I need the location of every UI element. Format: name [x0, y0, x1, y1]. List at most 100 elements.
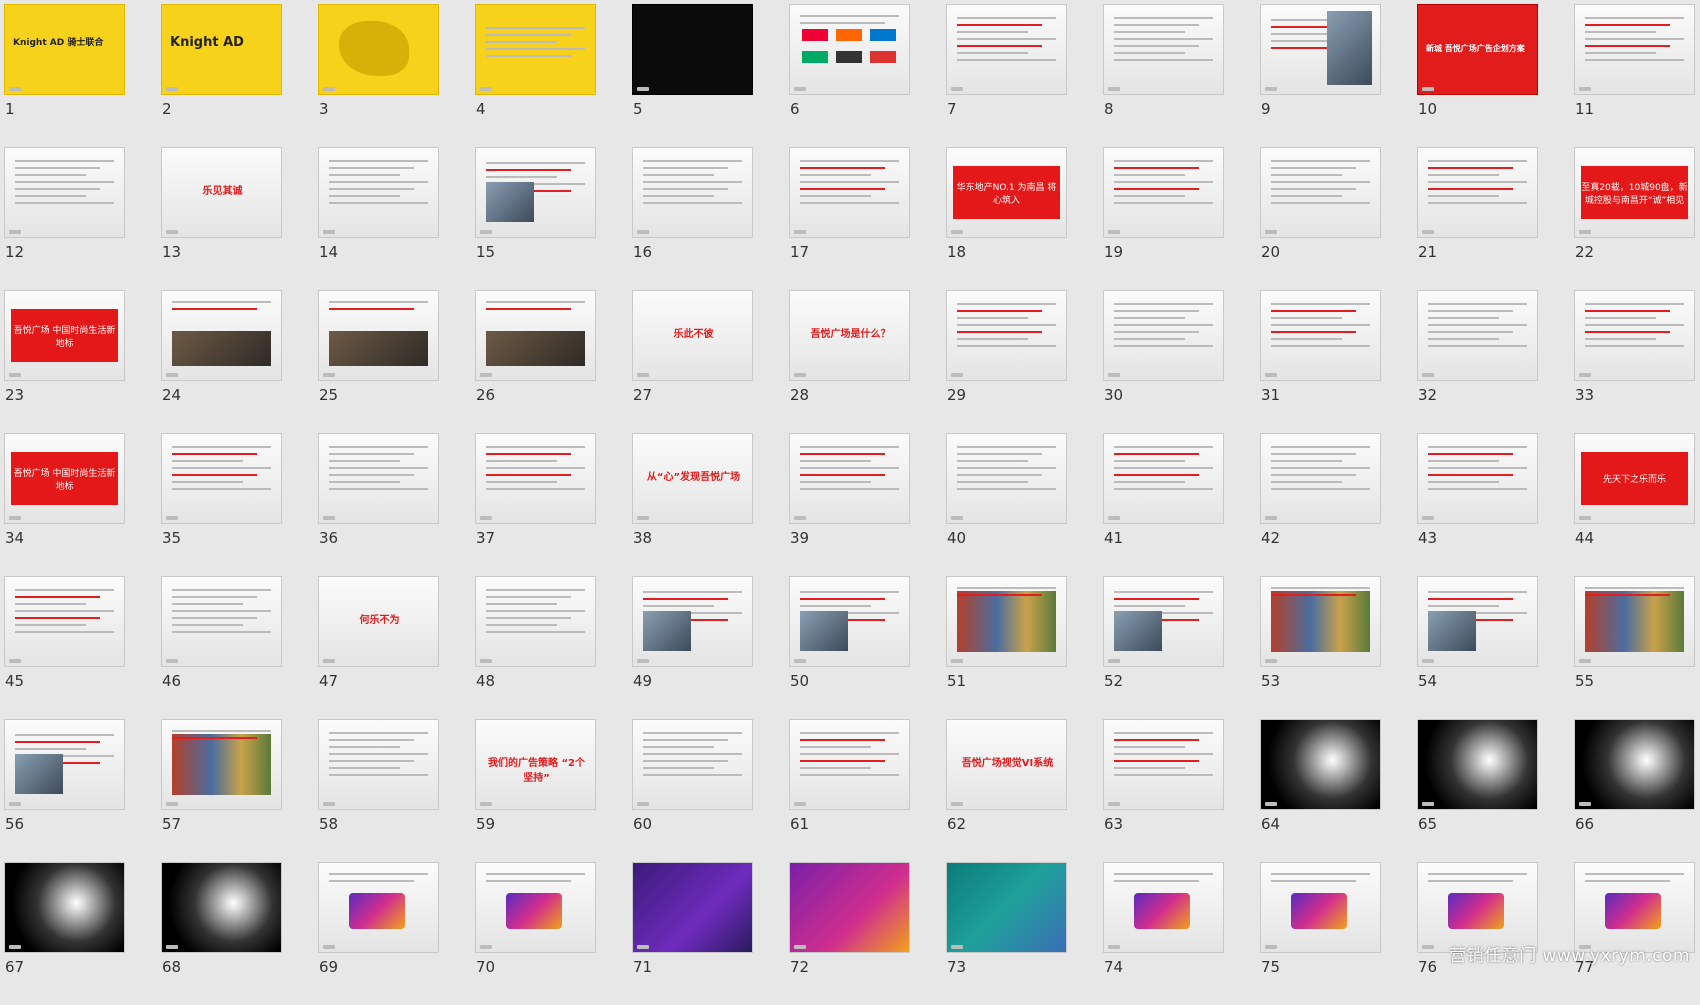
slide-thumbnail[interactable] — [161, 862, 282, 953]
slide-thumbnail[interactable] — [789, 719, 910, 810]
slide-cell: 至真20载，10城90盘，新城控股与南昌开“诚”相见 22 — [1574, 147, 1700, 290]
slide-thumbnail[interactable] — [318, 4, 439, 95]
slide-thumbnail[interactable]: 何乐不为 — [318, 576, 439, 667]
slide-thumbnail[interactable] — [1103, 290, 1224, 381]
slide-thumbnail[interactable]: Knight AD — [161, 4, 282, 95]
slide-thumbnail[interactable] — [4, 719, 125, 810]
slide-thumbnail[interactable] — [475, 4, 596, 95]
text-line — [1585, 587, 1684, 589]
slide-thumbnail[interactable] — [475, 147, 596, 238]
text-line — [800, 188, 885, 190]
slide-thumbnail[interactable] — [1103, 433, 1224, 524]
slide-thumbnail[interactable] — [318, 719, 439, 810]
slide-thumbnail[interactable]: 乐见其诚 — [161, 147, 282, 238]
slide-thumbnail[interactable]: 至真20载，10城90盘，新城控股与南昌开“诚”相见 — [1574, 147, 1695, 238]
slide-thumbnail[interactable] — [318, 147, 439, 238]
slide-thumbnail[interactable]: 吾悦广场视觉VI系统 — [946, 719, 1067, 810]
slide-thumbnail[interactable]: 乐此不彼 — [632, 290, 753, 381]
slide-thumbnail[interactable] — [789, 862, 910, 953]
slide-thumbnail[interactable]: 吾悦广场 中国时尚生活新地标 — [4, 433, 125, 524]
slide-thumbnail[interactable]: Knight AD 骑士联合 — [4, 4, 125, 95]
slide-cell: 6 — [789, 4, 946, 147]
slide-cell: 31 — [1260, 290, 1417, 433]
slide-number: 47 — [319, 672, 339, 690]
slide-thumbnail[interactable] — [1574, 719, 1695, 810]
slide-thumbnail[interactable] — [1417, 719, 1538, 810]
slide-thumbnail[interactable] — [1103, 576, 1224, 667]
slide-thumbnail[interactable] — [1417, 862, 1538, 953]
slide-cell: 先天下之乐而乐 44 — [1574, 433, 1700, 576]
slide-thumbnail[interactable] — [318, 433, 439, 524]
slide-thumbnail[interactable] — [632, 576, 753, 667]
text-line — [643, 746, 714, 748]
slide-thumbnail[interactable] — [789, 4, 910, 95]
slide-thumbnail[interactable] — [789, 576, 910, 667]
slide-thumbnail[interactable] — [1574, 862, 1695, 953]
slide-thumbnail[interactable] — [4, 862, 125, 953]
slide-thumbnail[interactable] — [1574, 4, 1695, 95]
slide-thumbnail[interactable] — [632, 4, 753, 95]
text-line — [1428, 446, 1527, 448]
slide-thumbnail[interactable] — [475, 290, 596, 381]
slide-thumbnail[interactable] — [161, 576, 282, 667]
slide-thumbnail[interactable] — [1260, 576, 1381, 667]
slide-thumbnail[interactable] — [1574, 290, 1695, 381]
slide-thumbnail[interactable] — [161, 719, 282, 810]
slide-thumbnail[interactable] — [475, 862, 596, 953]
slide-thumbnail[interactable] — [1417, 576, 1538, 667]
text-line — [1114, 474, 1199, 476]
slide-thumbnail[interactable] — [789, 433, 910, 524]
slide-thumbnail[interactable] — [1417, 147, 1538, 238]
slide-thumbnail[interactable]: 吾悦广场 中国时尚生活新地标 — [4, 290, 125, 381]
slide-thumbnail[interactable] — [1260, 290, 1381, 381]
slide-thumbnail[interactable] — [632, 147, 753, 238]
slide-thumbnail[interactable] — [789, 147, 910, 238]
slide-thumbnail[interactable] — [946, 862, 1067, 953]
slide-number: 39 — [790, 529, 810, 547]
slide-thumbnail[interactable]: 新城 吾悦广场广告企划方案 — [1417, 4, 1538, 95]
slide-thumbnail[interactable] — [1260, 433, 1381, 524]
slide-thumbnail[interactable] — [161, 433, 282, 524]
slide-footer-logo — [9, 230, 21, 234]
slide-thumbnail[interactable] — [1103, 4, 1224, 95]
slide-thumbnail[interactable] — [1103, 147, 1224, 238]
slide-thumbnail[interactable] — [1260, 4, 1381, 95]
slide-thumbnail[interactable]: 吾悦广场是什么？ — [789, 290, 910, 381]
text-line — [800, 467, 899, 469]
slide-thumbnail[interactable]: 我们的广告策略 “2个坚持” — [475, 719, 596, 810]
slide-thumbnail[interactable] — [4, 576, 125, 667]
slide-thumbnail[interactable] — [1260, 147, 1381, 238]
slide-number: 25 — [319, 386, 339, 404]
text-line — [1114, 188, 1199, 190]
slide-thumbnail[interactable] — [632, 719, 753, 810]
text-line — [486, 467, 585, 469]
slide-thumbnail[interactable] — [1103, 719, 1224, 810]
slide-thumbnail[interactable] — [1417, 433, 1538, 524]
slide-cell: 42 — [1260, 433, 1417, 576]
text-line — [1114, 174, 1185, 176]
slide-thumbnail[interactable]: 华东地产NO.1 为南昌 将心筑入 — [946, 147, 1067, 238]
text-line — [800, 746, 871, 748]
slide-cell: 50 — [789, 576, 946, 719]
slide-thumbnail[interactable] — [1260, 862, 1381, 953]
text-line — [486, 169, 571, 171]
slide-thumbnail[interactable] — [318, 862, 439, 953]
slide-thumbnail[interactable] — [946, 576, 1067, 667]
slide-thumbnail[interactable] — [946, 4, 1067, 95]
text-line — [172, 474, 257, 476]
slide-thumbnail[interactable] — [1574, 576, 1695, 667]
slide-thumbnail[interactable] — [161, 290, 282, 381]
slide-thumbnail[interactable] — [4, 147, 125, 238]
slide-thumbnail[interactable] — [475, 433, 596, 524]
slide-thumbnail[interactable] — [1103, 862, 1224, 953]
slide-thumbnail[interactable] — [318, 290, 439, 381]
slide-footer-logo — [480, 87, 492, 91]
slide-thumbnail[interactable] — [1417, 290, 1538, 381]
slide-thumbnail[interactable] — [632, 862, 753, 953]
slide-thumbnail[interactable] — [946, 433, 1067, 524]
slide-thumbnail[interactable] — [475, 576, 596, 667]
slide-thumbnail[interactable]: 先天下之乐而乐 — [1574, 433, 1695, 524]
slide-thumbnail[interactable] — [946, 290, 1067, 381]
slide-thumbnail[interactable]: 从“心”发现吾悦广场 — [632, 433, 753, 524]
slide-thumbnail[interactable] — [1260, 719, 1381, 810]
